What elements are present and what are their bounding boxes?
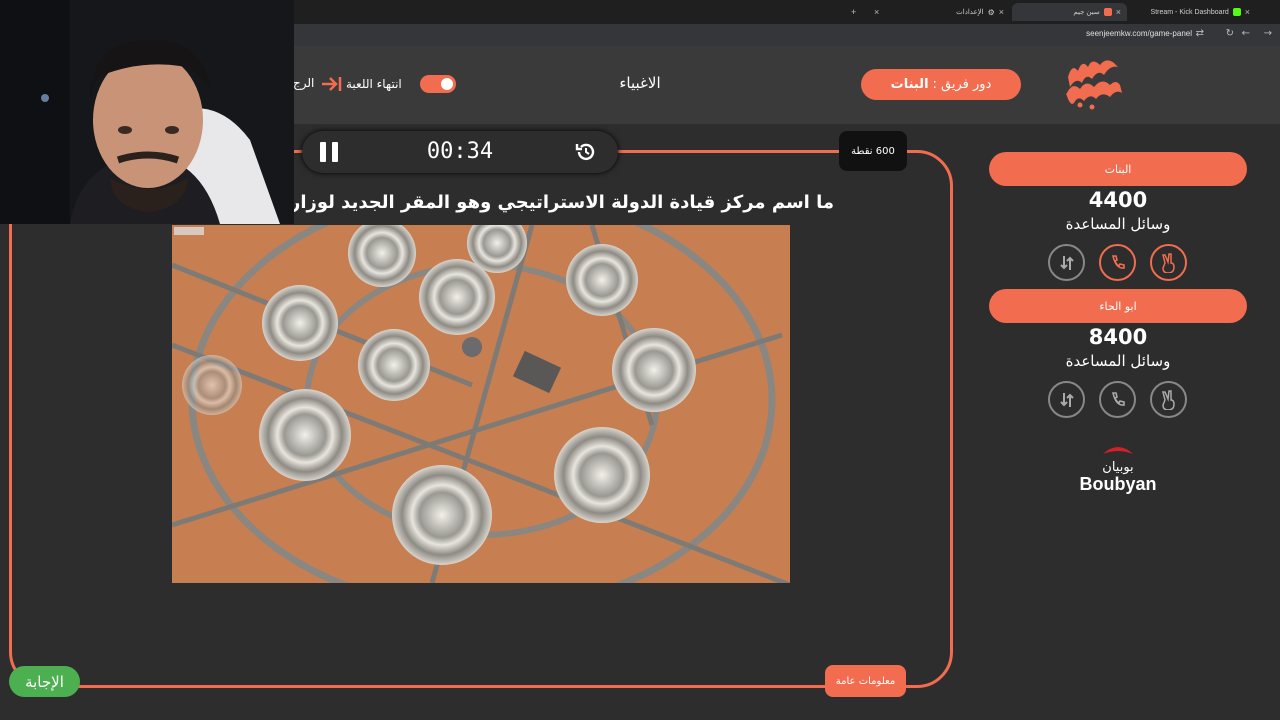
sponsor-name: Boubyan [1079,474,1156,494]
new-tab-button[interactable]: + [845,3,862,21]
team-2-score: 8400 [1088,325,1148,349]
site-settings-icon[interactable]: ⇄ [1196,28,1204,39]
phone-a-friend-icon[interactable] [1099,381,1136,418]
timer-bar: 00:34 [302,131,618,173]
return-button[interactable]: الرج [293,76,314,90]
tab-label: الإعدادات [956,9,984,16]
team-1-aids-label: وسائل المساعدة [1065,215,1171,233]
back-arrow-icon[interactable]: ← [1242,28,1250,39]
url-field[interactable]: seenjeemkw.com/game-panel [1086,29,1192,38]
show-answer-button[interactable]: الإجابة [9,666,80,697]
close-icon[interactable]: × [874,7,879,17]
end-game-label: انتهاء اللعبة [346,77,402,91]
team-1-score: 4400 [1088,188,1148,212]
seen-jeem-logo [1066,60,1122,110]
timer-value: 00:34 [426,139,494,164]
game-favicon [1103,8,1112,16]
sponsor-arabic: بوبيان [1102,460,1133,475]
turn-prefix: دور فريق : [932,77,992,92]
close-icon[interactable]: × [1245,7,1250,17]
question-text: ما اسم مركز قيادة الدولة الاستراتيجي وهو… [293,192,834,213]
end-game-button[interactable]: انتهاء اللعبة [320,76,402,92]
gear-icon: ⚙ [987,7,995,17]
webcam-overlay [0,0,294,224]
swap-question-icon[interactable] [1048,244,1085,281]
tab-label: Stream - Kick Dashboard [1150,8,1229,16]
forward-arrow-icon[interactable]: → [1264,28,1272,39]
turn-team-name: البنات [890,77,929,92]
sponsor-logo: بوبيان Boubyan [1068,444,1168,494]
close-icon[interactable]: × [999,7,1004,17]
tab-game[interactable]: سين جيم × [1012,3,1127,21]
reset-timer-icon[interactable] [574,140,598,164]
tab-kick-dashboard[interactable]: Stream - Kick Dashboard × [1128,3,1256,21]
question-image [172,225,790,583]
phone-a-friend-icon[interactable] [1099,244,1136,281]
team-1-name-bar[interactable]: البنات [989,152,1247,186]
category-title: الاغبياء [619,74,661,92]
double-answer-icon[interactable] [1150,244,1187,281]
plus-icon[interactable]: + [851,7,856,17]
points-badge: 600 نقطة [839,131,907,171]
double-answer-icon[interactable] [1150,381,1187,418]
team-2-aids-label: وسائل المساعدة [1065,352,1171,370]
game-toggle-switch[interactable] [420,75,456,93]
general-info-button[interactable]: معلومات عامة [825,665,906,697]
kick-favicon [1232,8,1241,16]
close-icon[interactable]: × [1116,7,1121,17]
tab-label: سين جيم [1073,9,1100,16]
reload-icon[interactable]: ↻ [1226,28,1234,39]
team-2-name-bar[interactable]: ابو الحاء [989,289,1247,323]
tab-settings[interactable]: الإعدادات ⚙ × [880,3,1010,21]
swap-question-icon[interactable] [1048,381,1085,418]
current-turn-pill: دور فريق : البنات [861,69,1021,100]
exit-arrow-icon [322,77,342,91]
